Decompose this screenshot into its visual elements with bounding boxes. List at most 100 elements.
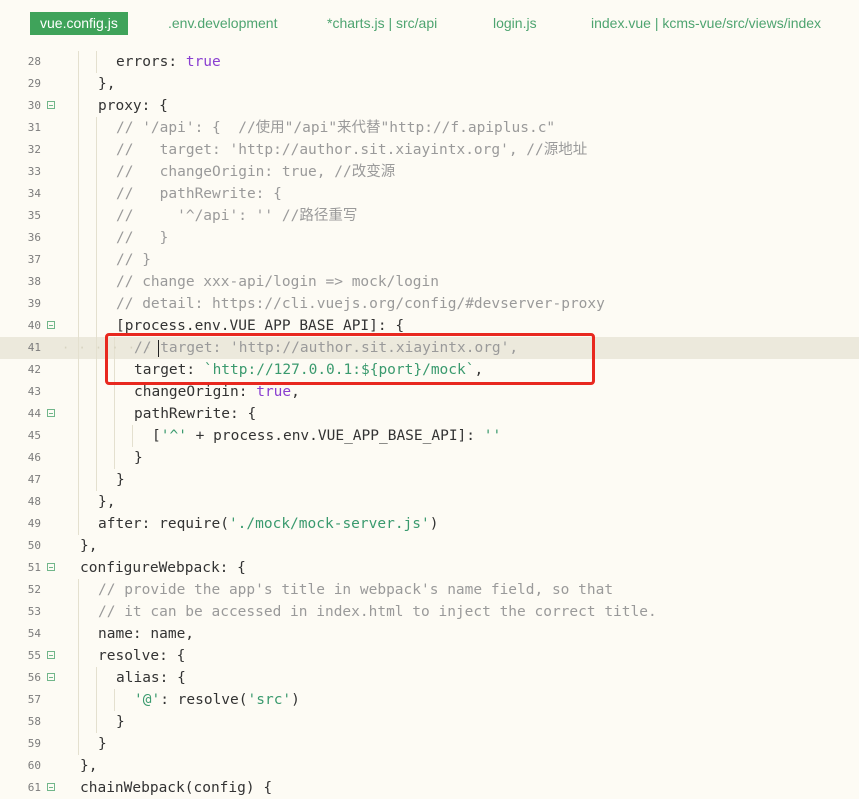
indent-guide	[78, 645, 79, 667]
code-line[interactable]: 31 // '/api': { //使用"/api"来代替"http://f.ap…	[0, 117, 859, 139]
code-text: // it can be accessed in index.html to i…	[98, 604, 657, 620]
indent-guide	[114, 689, 115, 711]
code-line[interactable]: 46}	[0, 447, 859, 469]
code-text: resolve: {	[98, 648, 186, 664]
code-line[interactable]: 40 [process.env.VUE_APP_BASE_API]: {	[0, 315, 859, 337]
fold-toggle-icon[interactable]	[47, 673, 55, 681]
code-line[interactable]: 60},	[0, 755, 859, 777]
fold-toggle-icon[interactable]	[47, 101, 55, 109]
code-text: // target: 'http://author.sit.xiayintx.o…	[134, 340, 519, 356]
indent-guide	[78, 425, 79, 447]
code-line[interactable]: 50},	[0, 535, 859, 557]
tab-charts-js[interactable]: *charts.js | src/api	[327, 12, 437, 34]
indent-guide	[96, 403, 97, 425]
indent-guide	[78, 491, 79, 513]
line-number: 59	[27, 737, 41, 750]
indent-guide	[96, 51, 97, 73]
indent-guide	[78, 315, 79, 337]
indent-guide	[78, 161, 79, 183]
line-number: 55	[27, 649, 41, 662]
code-line[interactable]: 36 // }	[0, 227, 859, 249]
fold-toggle-icon[interactable]	[47, 409, 55, 417]
fold-toggle-icon[interactable]	[47, 321, 55, 329]
line-number: 61	[27, 781, 41, 794]
tab-env-development[interactable]: .env.development	[168, 12, 277, 34]
line-number: 47	[27, 473, 41, 486]
code-text: // '/api': { //使用"/api"来代替"http://f.apip…	[116, 120, 556, 136]
code-line[interactable]: 55 resolve: {	[0, 645, 859, 667]
code-line[interactable]: 30 proxy: {	[0, 95, 859, 117]
indent-guide	[96, 293, 97, 315]
indent-guide	[96, 227, 97, 249]
indent-guide	[78, 139, 79, 161]
code-line[interactable]: 43 changeOrigin: true,	[0, 381, 859, 403]
code-line[interactable]: 51 configureWebpack: {	[0, 557, 859, 579]
code-line[interactable]: 35 // '^/api': '' //路径重写	[0, 205, 859, 227]
indent-guide	[78, 73, 79, 95]
code-text: // provide the app's title in webpack's …	[98, 582, 614, 598]
indent-guide	[78, 579, 79, 601]
code-line[interactable]: 56 alias: {	[0, 667, 859, 689]
code-line[interactable]: 28 errors: true	[0, 51, 859, 73]
indent-guide	[78, 623, 79, 645]
line-number: 41	[27, 341, 41, 354]
line-number: 28	[27, 55, 41, 68]
indent-guide	[96, 205, 97, 227]
code-text: }	[116, 472, 125, 488]
code-line[interactable]: 57 '@': resolve('src')	[0, 689, 859, 711]
code-line[interactable]: 58}	[0, 711, 859, 733]
code-text: name: name,	[98, 626, 195, 642]
code-line[interactable]: 42 target: `http://127.0.0.1:${port}/mock…	[0, 359, 859, 381]
code-line[interactable]: 61 chainWebpack(config) {	[0, 777, 859, 799]
indent-guide	[114, 425, 115, 447]
code-line[interactable]: 52 // provide the app's title in webpack'…	[0, 579, 859, 601]
indent-guide	[96, 139, 97, 161]
code-text: configureWebpack: {	[80, 560, 246, 576]
code-line[interactable]: 37 // }	[0, 249, 859, 271]
code-line[interactable]: 48},	[0, 491, 859, 513]
indent-guide	[78, 293, 79, 315]
code-line[interactable]: 45 ['^' + process.env.VUE_APP_BASE_API]: …	[0, 425, 859, 447]
tab-index-vue[interactable]: index.vue | kcms-vue/src/views/index	[591, 12, 821, 34]
code-text: // target: 'http://author.sit.xiayintx.o…	[116, 142, 588, 158]
indent-guide	[114, 359, 115, 381]
indent-guide	[96, 271, 97, 293]
indent-guide	[78, 601, 79, 623]
indent-guide	[78, 183, 79, 205]
line-number: 38	[27, 275, 41, 288]
code-line[interactable]: 44 pathRewrite: {	[0, 403, 859, 425]
code-line[interactable]: 39 // detail: https://cli.vuejs.org/confi…	[0, 293, 859, 315]
code-line[interactable]: 38 // change xxx-api/login => mock/login	[0, 271, 859, 293]
fold-toggle-icon[interactable]	[47, 783, 55, 791]
indent-guide	[78, 733, 79, 755]
line-number: 34	[27, 187, 41, 200]
code-text: after: require('./mock/mock-server.js')	[98, 516, 439, 532]
code-line[interactable]: 54 name: name,	[0, 623, 859, 645]
code-line[interactable]: 29},	[0, 73, 859, 95]
code-text: pathRewrite: {	[134, 406, 257, 422]
line-number: 40	[27, 319, 41, 332]
indent-guide	[96, 689, 97, 711]
code-line[interactable]: 32 // target: 'http://author.sit.xiayintx…	[0, 139, 859, 161]
tab-vue-config[interactable]: vue.config.js	[30, 12, 128, 35]
fold-toggle-icon[interactable]	[47, 563, 55, 571]
code-line[interactable]: 47}	[0, 469, 859, 491]
line-number: 46	[27, 451, 41, 464]
code-line[interactable]: 33 // changeOrigin: true, //改变源	[0, 161, 859, 183]
code-line[interactable]: 49 after: require('./mock/mock-server.js'…	[0, 513, 859, 535]
tab-login-js[interactable]: login.js	[493, 12, 537, 34]
code-line[interactable]: 41 · · · · · · ·// target: 'http://author…	[0, 337, 859, 359]
line-number: 49	[27, 517, 41, 530]
code-editor[interactable]: 28 errors: true 29}, 30 proxy: {31 // '/api':…	[0, 51, 859, 797]
indent-guide	[78, 95, 79, 117]
indent-guide	[78, 469, 79, 491]
fold-toggle-icon[interactable]	[47, 651, 55, 659]
indent-guide	[96, 183, 97, 205]
code-line[interactable]: 34 // pathRewrite: {	[0, 183, 859, 205]
code-text: // }	[116, 230, 169, 246]
code-text: },	[80, 758, 98, 774]
code-line[interactable]: 59}	[0, 733, 859, 755]
code-text: // pathRewrite: {	[116, 186, 282, 202]
line-number: 48	[27, 495, 41, 508]
code-line[interactable]: 53 // it can be accessed in index.html to…	[0, 601, 859, 623]
